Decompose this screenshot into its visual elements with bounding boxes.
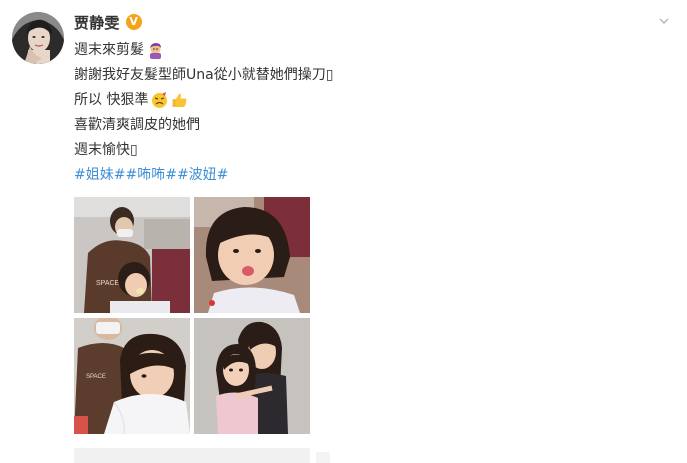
chevron-down-icon[interactable] (657, 14, 671, 28)
hashtag-sisters[interactable]: #姐妹# (74, 163, 125, 188)
text-line-1-text: 週末來剪髮 (74, 42, 144, 58)
hashtag-bubu[interactable]: #咘咘# (125, 163, 176, 188)
hashtag-boniu[interactable]: #波妞# (177, 163, 228, 188)
thumbs-up-emoji-icon (171, 92, 188, 109)
text-line-5-text: 週末愉快▯ (74, 142, 138, 158)
text-line-4: 喜歡清爽調皮的她們 (74, 113, 634, 138)
author-name[interactable]: 贾静雯 (74, 12, 120, 33)
avatar[interactable] (12, 12, 64, 64)
text-line-5: 週末愉快▯ (74, 138, 634, 163)
next-post-placeholder (74, 448, 310, 463)
weibo-post: 贾静雯 V 週末來剪髮 謝謝我好友髮型師Una從小就替她們操刀▯ 所以 快狠準 … (0, 0, 687, 463)
text-line-2: 謝謝我好友髮型師Una從小就替她們操刀▯ (74, 63, 634, 88)
photo-haircut-1[interactable]: SPACE (74, 197, 190, 313)
text-line-2-text: 謝謝我好友髮型師Una從小就替她們操刀▯ (74, 67, 334, 83)
svg-text:SPACE: SPACE (96, 280, 120, 287)
photo-haircut-2[interactable] (194, 197, 310, 313)
photo-grid: SPACE SPACE (74, 197, 310, 434)
post-content: 週末來剪髮 謝謝我好友髮型師Una從小就替她們操刀▯ 所以 快狠準 喜歡清爽調皮… (74, 38, 634, 188)
haircut-emoji-icon (147, 42, 164, 59)
text-line-3: 所以 快狠準 (74, 88, 634, 113)
text-line-1: 週末來剪髮 (74, 38, 634, 63)
strong-face-emoji-icon (151, 92, 168, 109)
svg-text:SPACE: SPACE (86, 374, 106, 380)
text-line-4-text: 喜歡清爽調皮的她們 (74, 117, 200, 133)
text-line-3-text: 所以 快狠準 (74, 92, 149, 108)
post-header: 贾静雯 V (74, 11, 142, 33)
hashtag-line: #姐妹# #咘咘# #波妞# (74, 163, 634, 188)
photo-sisters[interactable] (194, 318, 310, 434)
verified-badge-icon: V (125, 14, 142, 30)
photo-haircut-3[interactable]: SPACE (74, 318, 190, 434)
next-post-placeholder-2 (316, 452, 330, 463)
